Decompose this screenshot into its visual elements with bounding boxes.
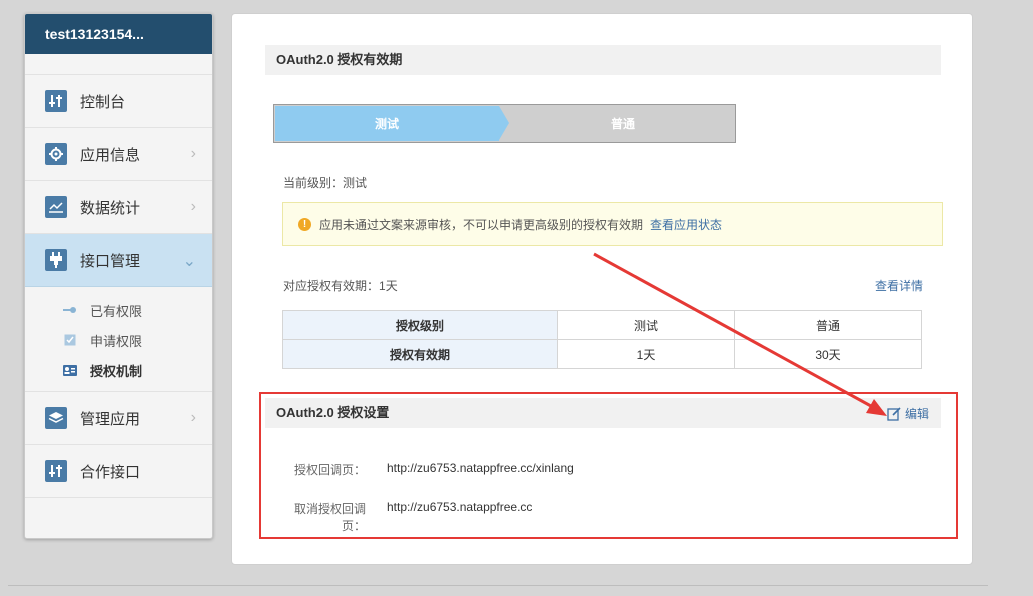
notice-text: 应用未通过文案来源审核，不可以申请更高级别的授权有效期 [319,217,644,232]
chevron-right-icon: › [190,145,196,162]
account-name[interactable]: test13123154... [25,14,212,54]
table-cell: 测试 [557,310,735,340]
current-level: 当前级别：测试 [283,174,367,191]
validity-section-title: OAuth2.0 授权有效期 [265,45,941,75]
validity-label: 对应授权有效期： [283,279,380,293]
sidebar: test13123154... 控制台 应用信息 › 数据统计 › 接口管理 ⌄ [24,13,213,539]
submenu-item-auth-mechanism[interactable]: 授权机制 [25,355,212,385]
table-cell: 普通 [734,310,922,340]
submenu-item-apply-permissions[interactable]: 申请权限 [25,325,212,355]
key-icon [63,304,77,316]
annotation-highlight-box [259,392,958,539]
main-panel: OAuth2.0 授权有效期 测试 普通 当前级别：测试 ! 应用未通过文案来源… [231,13,973,565]
table-row: 授权级别 测试 普通 [282,310,922,340]
sliders-icon [45,460,67,482]
submenu: 已有权限 申请权限 授权机制 [25,287,212,392]
table-header-cell: 授权级别 [282,310,558,340]
layers-icon [45,407,67,429]
current-level-label: 当前级别： [283,176,344,190]
sidebar-item-label: 数据统计 [80,199,141,217]
sidebar-item-api-management[interactable]: 接口管理 ⌄ [25,234,212,287]
chevron-down-icon: ⌄ [182,253,196,270]
sidebar-item-partner-api[interactable]: 合作接口 [25,445,212,498]
level-steps: 测试 普通 [273,104,736,143]
chart-icon [45,196,67,218]
submenu-item-label: 已有权限 [90,303,143,319]
sidebar-item-label: 管理应用 [80,410,141,428]
sidebar-item-statistics[interactable]: 数据统计 › [25,181,212,234]
chevron-right-icon: › [190,409,196,426]
sidebar-item-label: 接口管理 [80,252,141,270]
view-details-link[interactable]: 查看详情 [875,277,923,294]
validity-table: 授权级别 测试 普通 授权有效期 1天 30天 [282,310,922,369]
sidebar-item-label: 合作接口 [80,463,141,481]
warning-icon: ! [298,217,311,231]
sidebar-item-console[interactable]: 控制台 [25,75,212,128]
step-arrow [499,106,509,140]
sidebar-item-label: 应用信息 [80,146,141,164]
validity-value: 1天 [379,279,398,293]
table-row: 授权有效期 1天 30天 [282,339,922,369]
step-test: 测试 [275,106,499,141]
divider [8,585,988,586]
notice-bar: ! 应用未通过文案来源审核，不可以申请更高级别的授权有效期 查看应用状态 [282,202,943,246]
checkbox-icon [63,334,77,346]
table-cell: 1天 [557,339,735,369]
sidebar-item-label: 控制台 [80,93,126,111]
sidebar-item-app-info[interactable]: 应用信息 › [25,128,212,181]
table-header-cell: 授权有效期 [282,339,558,369]
submenu-item-label: 申请权限 [90,333,143,349]
step-normal: 普通 [610,117,635,131]
current-level-value: 测试 [343,176,368,190]
chevron-right-icon: › [190,198,196,215]
validity-info: 对应授权有效期：1天 [283,277,398,294]
submenu-item-label: 授权机制 [90,363,143,379]
gear-icon [45,143,67,165]
view-app-status-link[interactable]: 查看应用状态 [650,216,722,233]
submenu-item-existing-permissions[interactable]: 已有权限 [25,295,212,325]
id-card-icon [63,364,77,376]
sliders-icon [45,90,67,112]
table-cell: 30天 [734,339,922,369]
sidebar-item-manage-apps[interactable]: 管理应用 › [25,392,212,445]
plug-icon [45,249,67,271]
